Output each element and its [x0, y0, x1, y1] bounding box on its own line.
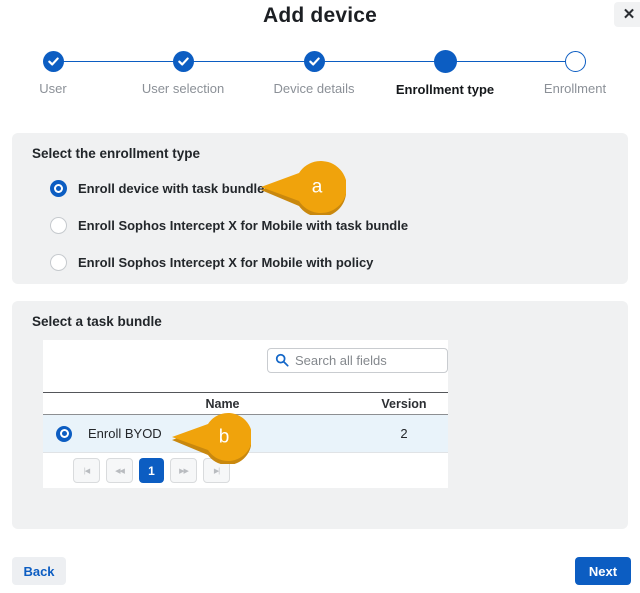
step-active-icon	[434, 50, 457, 73]
search-icon	[275, 353, 289, 367]
enrollment-type-heading: Select the enrollment type	[32, 146, 628, 161]
step-label: Enrollment	[510, 81, 640, 96]
pager-last-button[interactable]: ▶|	[203, 458, 230, 483]
radio-ring	[54, 184, 63, 193]
check-icon	[48, 56, 59, 67]
row-version-cell: 2	[360, 426, 448, 441]
check-icon	[178, 56, 189, 67]
step-label: Device details	[249, 81, 379, 96]
radio-selected-icon[interactable]	[50, 180, 67, 197]
step-enrollment-type[interactable]: Enrollment type	[380, 45, 510, 97]
option-label: Enroll device with task bundle	[78, 181, 264, 196]
page-title: Add device	[0, 4, 640, 28]
close-button[interactable]: ✕	[614, 2, 640, 27]
step-label: User selection	[118, 81, 248, 96]
option-intercept-x-policy[interactable]: Enroll Sophos Intercept X for Mobile wit…	[12, 244, 628, 281]
table-row[interactable]: Enroll BYOD 2	[43, 415, 448, 453]
step-user-selection[interactable]: User selection	[118, 45, 248, 96]
radio-ring	[60, 429, 69, 438]
add-device-dialog: { "title": "Add device", "close_glyph": …	[0, 0, 640, 593]
task-bundle-heading: Select a task bundle	[32, 314, 628, 329]
step-label: Enrollment type	[380, 82, 510, 97]
row-name-cell: Enroll BYOD	[85, 426, 360, 441]
task-bundle-table-panel: Name Version Enroll BYOD 2 |◀ ◀◀ 1 ▶▶ ▶|	[43, 340, 448, 488]
radio-dot	[62, 431, 67, 436]
option-label: Enroll Sophos Intercept X for Mobile wit…	[78, 218, 408, 233]
search-input[interactable]	[267, 348, 448, 373]
back-button[interactable]: Back	[12, 557, 66, 585]
radio-unselected-icon[interactable]	[50, 254, 67, 271]
enrollment-type-card: Select the enrollment type Enroll device…	[12, 133, 628, 284]
pager-current-page-button[interactable]: 1	[139, 458, 164, 483]
paginator: |◀ ◀◀ 1 ▶▶ ▶|	[43, 453, 448, 488]
check-icon	[309, 56, 320, 67]
pager-prev-button[interactable]: ◀◀	[106, 458, 133, 483]
step-device-details[interactable]: Device details	[249, 45, 379, 96]
step-enrollment[interactable]: Enrollment	[510, 45, 640, 96]
step-user[interactable]: User	[0, 45, 118, 96]
pager-next-button[interactable]: ▶▶	[170, 458, 197, 483]
row-radio-cell	[43, 426, 85, 442]
step-pending-icon	[565, 51, 586, 72]
step-done-icon	[304, 51, 325, 72]
option-enroll-device-task-bundle[interactable]: Enroll device with task bundle	[12, 170, 628, 207]
option-intercept-x-task-bundle[interactable]: Enroll Sophos Intercept X for Mobile wit…	[12, 207, 628, 244]
header-name: Name	[85, 397, 360, 411]
radio-unselected-icon[interactable]	[50, 217, 67, 234]
option-label: Enroll Sophos Intercept X for Mobile wit…	[78, 255, 373, 270]
step-done-icon	[173, 51, 194, 72]
search-field-wrap	[267, 348, 448, 373]
step-label: User	[0, 81, 118, 96]
next-button[interactable]: Next	[575, 557, 631, 585]
enrollment-type-options: Enroll device with task bundle Enroll So…	[12, 170, 628, 281]
radio-selected-icon[interactable]	[56, 426, 72, 442]
table-header: Name Version	[43, 392, 448, 415]
wizard-stepper: User User selection Device details Enrol…	[0, 45, 640, 103]
step-done-icon	[43, 51, 64, 72]
pager-first-button[interactable]: |◀	[73, 458, 100, 483]
header-version: Version	[360, 397, 448, 411]
radio-dot	[56, 186, 61, 191]
task-bundle-card: Select a task bundle Name Version Enroll…	[12, 301, 628, 529]
